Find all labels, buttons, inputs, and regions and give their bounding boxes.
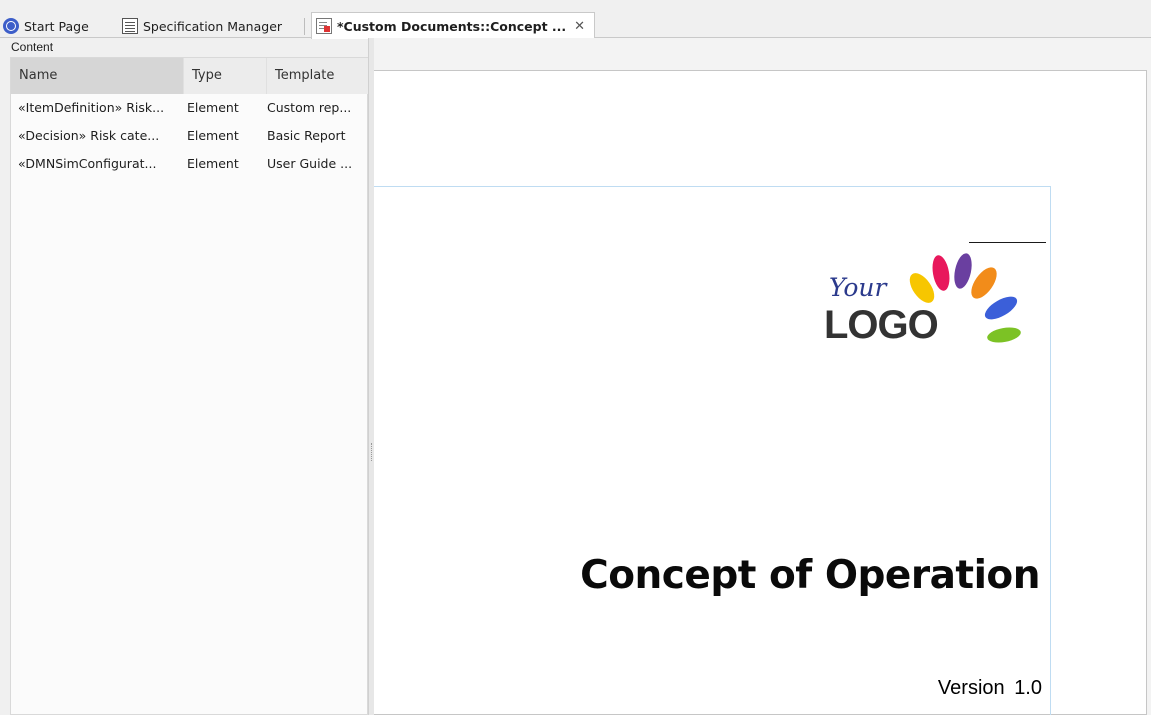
content-panel: Name Type Template «ItemDefinition» Risk… bbox=[10, 57, 369, 715]
logo-logo-text: LOGO bbox=[824, 303, 939, 347]
splitter-grip-icon bbox=[371, 443, 373, 461]
list-item[interactable]: «Decision» Risk cate... Element Basic Re… bbox=[11, 125, 369, 147]
document-title: Concept of Operation bbox=[580, 553, 1040, 598]
close-icon[interactable]: ✕ bbox=[574, 19, 585, 34]
item-name: «Decision» Risk cate... bbox=[18, 128, 160, 143]
column-header-name[interactable]: Name bbox=[11, 58, 183, 94]
document-icon bbox=[316, 18, 332, 34]
content-panel-title: Content bbox=[11, 40, 54, 54]
tab-custom-documents-label: *Custom Documents::Concept ... bbox=[337, 18, 567, 34]
document-tab-strip: Start Page Specification Manager *Custom… bbox=[0, 11, 1151, 39]
item-type: Element bbox=[187, 100, 239, 115]
list-item[interactable]: «ItemDefinition» Risk... Element Custom … bbox=[11, 97, 369, 119]
item-type: Element bbox=[187, 156, 239, 171]
tab-start-page-label: Start Page bbox=[24, 18, 89, 34]
document-canvas[interactable]: Your LOGO Concept of Operation Version 1… bbox=[374, 70, 1147, 715]
tab-separator bbox=[304, 18, 305, 35]
document-version: Version 1.0 bbox=[937, 677, 1042, 699]
column-header-template[interactable]: Template bbox=[266, 58, 369, 94]
tab-start-page[interactable]: Start Page bbox=[3, 14, 89, 38]
item-name: «ItemDefinition» Risk... bbox=[18, 100, 165, 115]
specification-icon bbox=[122, 18, 138, 34]
logo-your-text: Your bbox=[829, 273, 887, 302]
tab-custom-documents[interactable]: *Custom Documents::Concept ... ✕ bbox=[311, 12, 595, 39]
tab-specification-manager-label: Specification Manager bbox=[143, 18, 283, 34]
company-logo: Your LOGO bbox=[824, 243, 1044, 353]
document-editor: Your LOGO Concept of Operation Version 1… bbox=[374, 38, 1151, 715]
item-template: Basic Report bbox=[267, 128, 346, 143]
item-template: User Guide ... bbox=[267, 156, 353, 171]
column-header-type[interactable]: Type bbox=[183, 58, 266, 94]
item-type: Element bbox=[187, 128, 239, 143]
document-page: Your LOGO Concept of Operation Version 1… bbox=[374, 186, 1051, 715]
item-template: Custom rep... bbox=[267, 100, 352, 115]
tab-specification-manager[interactable]: Specification Manager bbox=[122, 14, 282, 38]
list-item[interactable]: «DMNSimConfigurat... Element User Guide … bbox=[11, 153, 369, 175]
item-name: «DMNSimConfigurat... bbox=[18, 156, 157, 171]
start-page-icon bbox=[3, 18, 19, 34]
